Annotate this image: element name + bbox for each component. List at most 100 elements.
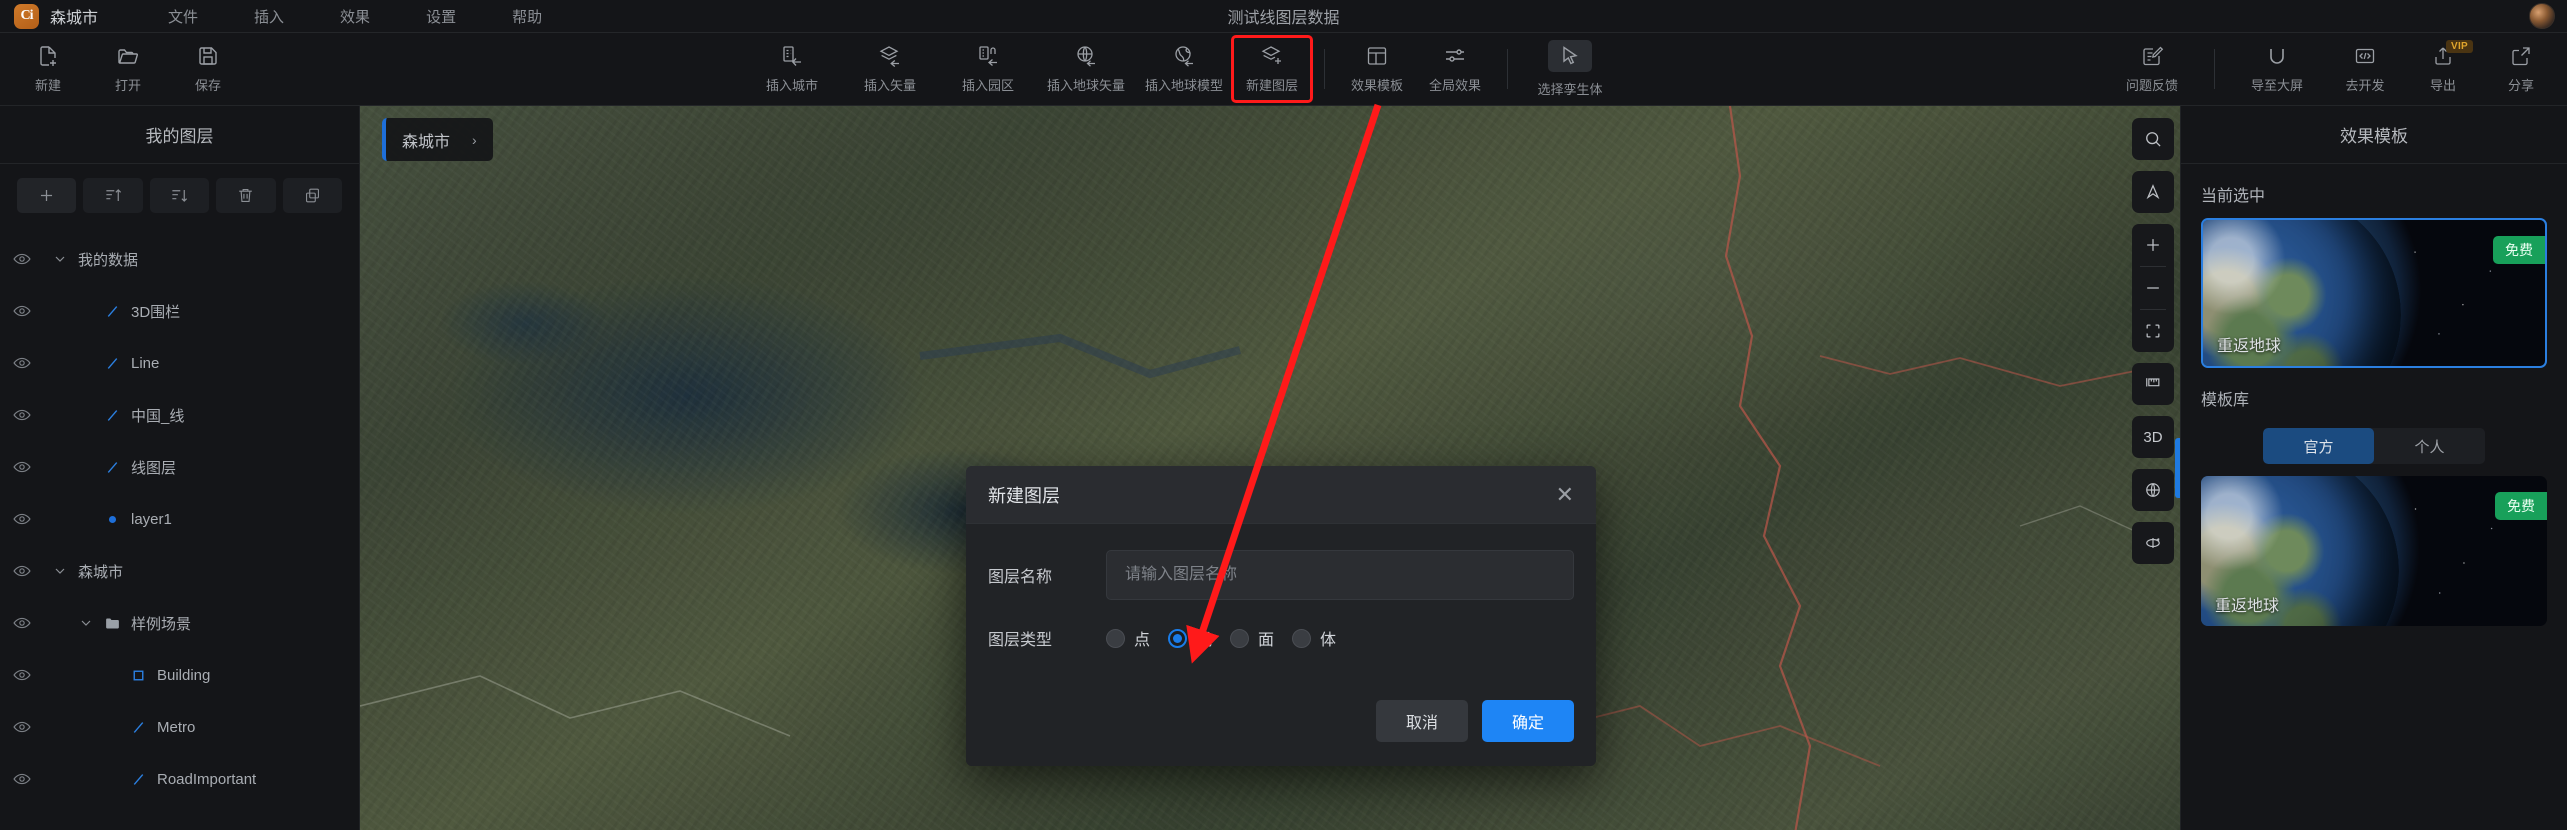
insert-earth-vector-button[interactable]: 插入地球矢量 bbox=[1038, 38, 1134, 100]
tab-personal[interactable]: 个人 bbox=[2374, 428, 2485, 464]
menu-item-file[interactable]: 文件 bbox=[168, 6, 198, 27]
menu-item-settings[interactable]: 设置 bbox=[426, 6, 456, 27]
search-icon bbox=[2146, 132, 2161, 147]
tree-item-building[interactable]: Building bbox=[0, 649, 359, 701]
add-layer-button[interactable] bbox=[17, 178, 77, 213]
move-layer-up-button[interactable] bbox=[83, 178, 143, 213]
selected-template-card[interactable]: 免费 重返地球 bbox=[2201, 218, 2547, 368]
tree-item-中国_线[interactable]: 中国_线 bbox=[0, 389, 359, 441]
tree-item-label: RoadImportant bbox=[157, 770, 257, 788]
open-button-label: 打开 bbox=[114, 78, 141, 93]
chevron-down-icon[interactable] bbox=[78, 615, 94, 631]
tree-item-metro[interactable]: Metro bbox=[0, 701, 359, 753]
visibility-icon[interactable] bbox=[12, 301, 32, 321]
tree-item-line[interactable]: Line bbox=[0, 337, 359, 389]
polygon-icon bbox=[130, 667, 147, 684]
tree-item-3d围栏[interactable]: 3D围栏 bbox=[0, 285, 359, 337]
tree-item-线图层[interactable]: 线图层 bbox=[0, 441, 359, 493]
map-measure-button[interactable] bbox=[2132, 363, 2174, 405]
radio-option-volume[interactable]: 体 bbox=[1292, 626, 1336, 650]
tree-item-roadimportant[interactable]: RoadImportant bbox=[0, 753, 359, 805]
tree-item-森城市[interactable]: 森城市 bbox=[0, 545, 359, 597]
chevron-down-icon[interactable] bbox=[52, 563, 68, 579]
menu-item-help[interactable]: 帮助 bbox=[512, 6, 542, 27]
layer-tree[interactable]: 我的数据 3D围栏 Line 中国_线 线图层 layer1 森城市 样例场景 Building… bbox=[0, 223, 359, 830]
visibility-icon[interactable] bbox=[12, 509, 32, 529]
open-button[interactable]: 打开 bbox=[90, 38, 166, 100]
menu-bar: Ci 森城市 文件 插入 效果 设置 帮助 测试线图层数据 bbox=[0, 0, 2567, 33]
insert-park-button[interactable]: 插入园区 bbox=[940, 38, 1036, 100]
delete-layer-button[interactable] bbox=[216, 178, 276, 213]
save-button-label: 保存 bbox=[194, 78, 221, 93]
effect-template-label: 效果模板 bbox=[1350, 78, 1403, 93]
line-icon bbox=[104, 407, 121, 424]
map-orbit-button[interactable] bbox=[2132, 522, 2174, 564]
radio-option-point[interactable]: 点 bbox=[1106, 626, 1150, 650]
export-label: 导出 bbox=[2429, 78, 2456, 93]
tree-item-label: 我的数据 bbox=[78, 251, 139, 269]
radio-option-polygon[interactable]: 面 bbox=[1230, 626, 1274, 650]
move-layer-down-button[interactable] bbox=[149, 178, 210, 213]
library-template-card[interactable]: 免费 重返地球 bbox=[2201, 476, 2547, 626]
tree-item-label: Metro bbox=[157, 718, 196, 736]
trash-icon bbox=[239, 189, 253, 202]
map-fit-screen-button[interactable] bbox=[2132, 310, 2174, 352]
insert-earth-model-button[interactable]: 插入地球模型 bbox=[1136, 38, 1232, 100]
radio-label-polygon: 面 bbox=[1258, 632, 1275, 649]
visibility-icon[interactable] bbox=[12, 353, 32, 373]
menu-item-insert[interactable]: 插入 bbox=[254, 6, 284, 27]
new-layer-button[interactable]: 新建图层 bbox=[1231, 35, 1313, 103]
layer-type-label: 图层类型 bbox=[988, 632, 1053, 649]
map-globe-button[interactable] bbox=[2132, 469, 2174, 511]
avatar[interactable] bbox=[2529, 3, 2555, 29]
visibility-icon[interactable] bbox=[12, 405, 32, 425]
tree-item-layer1[interactable]: layer1 bbox=[0, 493, 359, 545]
copy-layer-button[interactable] bbox=[282, 178, 343, 213]
insert-city-button[interactable]: 插入城市 bbox=[744, 38, 840, 100]
map-compass-button[interactable] bbox=[2132, 171, 2174, 213]
library-tabs: 官方 个人 bbox=[2263, 428, 2485, 464]
menu-items: 文件 插入 效果 设置 帮助 bbox=[168, 6, 542, 27]
insert-vector-button[interactable]: 插入矢量 bbox=[842, 38, 938, 100]
map-3d-toggle[interactable]: 3D bbox=[2132, 416, 2174, 458]
layer-name-input[interactable] bbox=[1106, 550, 1574, 600]
visibility-icon[interactable] bbox=[12, 561, 32, 581]
to-big-screen-button[interactable]: 导至大屏 bbox=[2229, 38, 2325, 100]
visibility-icon[interactable] bbox=[12, 249, 32, 269]
new-button[interactable]: 新建 bbox=[10, 38, 86, 100]
chevron-down-icon[interactable] bbox=[52, 251, 68, 267]
library-label: 模板库 bbox=[2201, 392, 2250, 409]
insert-earth-vector-label: 插入地球矢量 bbox=[1046, 78, 1125, 93]
visibility-icon[interactable] bbox=[12, 717, 32, 737]
code-icon bbox=[2353, 44, 2377, 68]
global-effect-button[interactable]: 全局效果 bbox=[1417, 38, 1493, 100]
go-develop-button[interactable]: 去开发 bbox=[2327, 38, 2403, 100]
effects-panel-title: 效果模板 bbox=[2181, 106, 2567, 164]
visibility-icon[interactable] bbox=[12, 769, 32, 789]
visibility-icon[interactable] bbox=[12, 457, 32, 477]
insert-earth-model-icon bbox=[1172, 44, 1196, 68]
map-zoom-out-button[interactable] bbox=[2132, 267, 2174, 309]
layer-actions bbox=[0, 164, 359, 223]
close-icon[interactable]: ✕ bbox=[1556, 483, 1574, 506]
save-button[interactable]: 保存 bbox=[170, 38, 246, 100]
cancel-button[interactable]: 取消 bbox=[1376, 700, 1468, 742]
map-zoom-in-button[interactable] bbox=[2132, 224, 2174, 266]
radio-option-line[interactable]: 线 bbox=[1168, 626, 1212, 650]
menu-item-effect[interactable]: 效果 bbox=[340, 6, 370, 27]
share-button[interactable]: 分享 bbox=[2483, 38, 2559, 100]
tree-item-样例场景[interactable]: 样例场景 bbox=[0, 597, 359, 649]
select-twin-button[interactable]: 选择孪生体 bbox=[1522, 38, 1618, 100]
tree-item-我的数据[interactable]: 我的数据 bbox=[0, 233, 359, 285]
tab-official[interactable]: 官方 bbox=[2263, 428, 2374, 464]
effect-template-button[interactable]: 效果模板 bbox=[1339, 38, 1415, 100]
breadcrumb[interactable]: 森城市 › bbox=[382, 118, 493, 161]
panel-resize-handle[interactable] bbox=[2175, 438, 2180, 498]
map-search-button[interactable] bbox=[2132, 118, 2174, 160]
export-button[interactable]: VIP 导出 bbox=[2405, 38, 2481, 100]
visibility-icon[interactable] bbox=[12, 613, 32, 633]
feedback-button[interactable]: 问题反馈 bbox=[2104, 38, 2200, 100]
visibility-icon[interactable] bbox=[12, 665, 32, 685]
confirm-button[interactable]: 确定 bbox=[1482, 700, 1574, 742]
go-develop-label: 去开发 bbox=[2345, 78, 2385, 93]
